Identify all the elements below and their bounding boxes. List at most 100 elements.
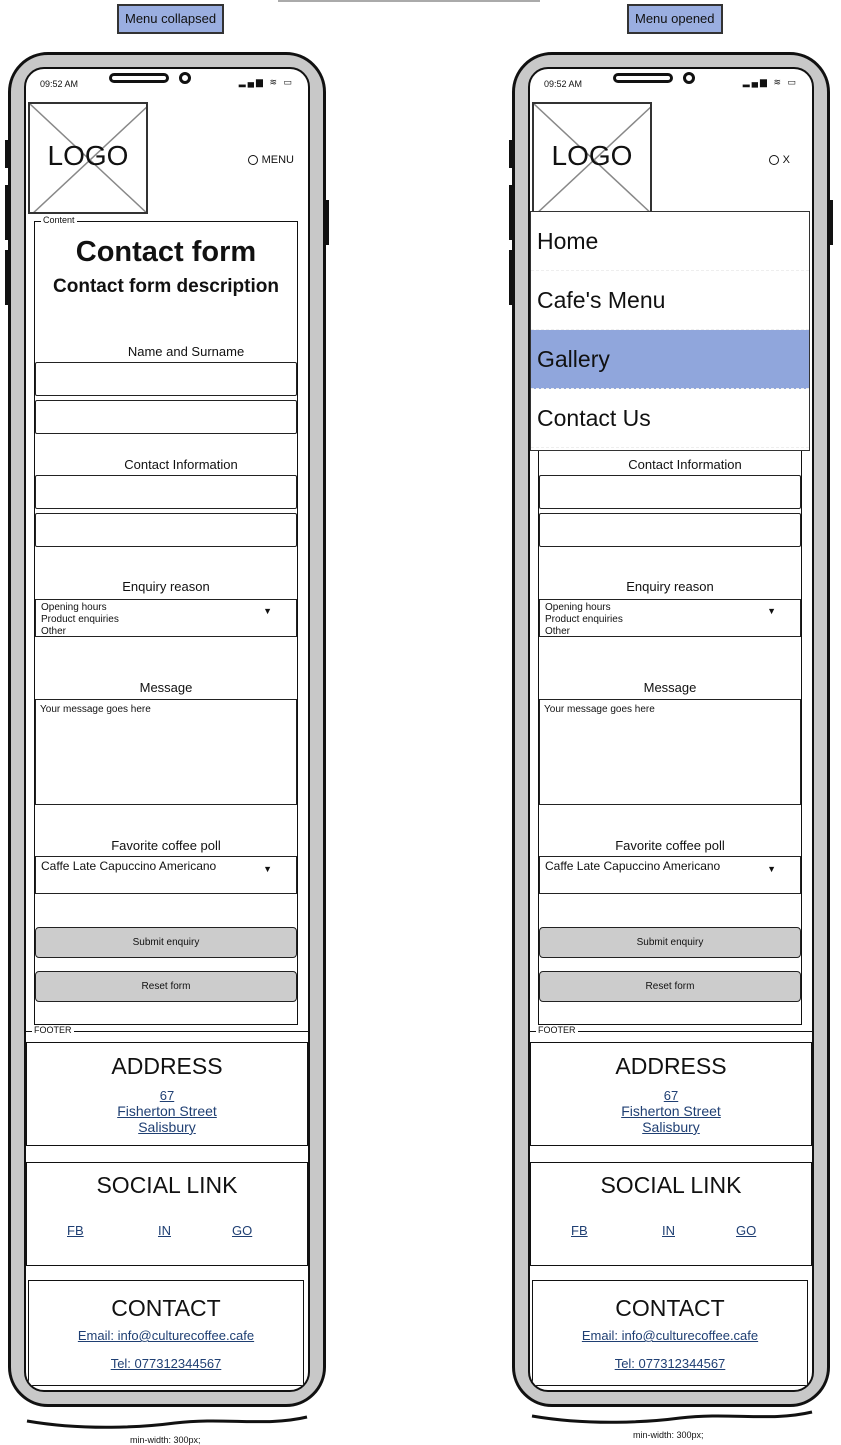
social-link-go[interactable]: GO <box>736 1223 756 1238</box>
screen-edge-curve <box>26 1415 308 1429</box>
social-link-fb[interactable]: FB <box>571 1223 588 1238</box>
contact-title: CONTACT <box>615 1295 725 1321</box>
enquiry-option: Product enquiries <box>545 614 623 625</box>
social-link-in[interactable]: IN <box>662 1223 675 1238</box>
address-title: ADDRESS <box>111 1053 223 1079</box>
email-link[interactable]: Email: info@culturecoffee.cafe <box>29 1328 303 1343</box>
footer: FOOTER ADDRESS 67 Fisherton Street Salis… <box>530 1025 812 1390</box>
content-section: Content Contact form Contact form descri… <box>34 215 298 1025</box>
social-links: FB IN GO <box>531 1223 811 1239</box>
social-section: SOCIAL LINK FB IN GO <box>26 1162 308 1266</box>
address-line[interactable]: Fisherton Street <box>531 1103 811 1119</box>
contact-info-label: Contact Information <box>124 457 238 472</box>
address-section: ADDRESS 67 Fisherton Street Salisbury <box>530 1042 812 1146</box>
form-description: Contact form description <box>53 276 279 297</box>
submit-button[interactable]: Submit enquiry <box>35 927 297 958</box>
social-link-in[interactable]: IN <box>158 1223 171 1238</box>
name-input[interactable] <box>35 362 297 396</box>
status-time: 09:52 AM <box>40 79 79 89</box>
tel-link[interactable]: Tel: 077312344567 <box>533 1356 807 1371</box>
enquiry-option: Opening hours <box>545 602 611 613</box>
email-input[interactable] <box>35 475 297 509</box>
social-section: SOCIAL LINK FB IN GO <box>530 1162 812 1266</box>
phone-frame-collapsed: 09:52 AM ▂▄▆ ≋ ▭ LOGO MENU Content Conta… <box>5 52 329 1407</box>
nav-item-gallery[interactable]: Gallery <box>531 330 809 389</box>
coffee-poll-select[interactable]: Caffe Late Capuccino Americano ▼ <box>539 856 801 894</box>
message-textarea[interactable]: Your message goes here <box>35 699 297 805</box>
contact-section: CONTACT Email: info@culturecoffee.cafe T… <box>532 1280 808 1386</box>
message-label: Message <box>139 680 193 695</box>
submit-button[interactable]: Submit enquiry <box>539 927 801 958</box>
address-line[interactable]: Salisbury <box>531 1119 811 1135</box>
chevron-down-icon: ▼ <box>263 606 272 616</box>
address-line[interactable]: 67 <box>531 1088 811 1103</box>
social-link-go[interactable]: GO <box>232 1223 252 1238</box>
surname-input[interactable] <box>35 400 297 434</box>
nav-item-cafes-menu[interactable]: Cafe's Menu <box>531 271 809 330</box>
screen-edge-curve <box>531 1410 813 1424</box>
poll-option: Americano <box>662 859 721 873</box>
social-title: SOCIAL LINK <box>600 1172 742 1198</box>
min-width-caption: min-width: 300px; <box>130 1435 201 1445</box>
side-button <box>5 250 9 305</box>
poll-option: Capuccino <box>603 859 661 873</box>
contact-title: CONTACT <box>111 1295 221 1321</box>
status-time: 09:52 AM <box>544 79 583 89</box>
menu-toggle-label: MENU <box>261 154 294 166</box>
camera-icon <box>179 72 191 84</box>
message-label: Message <box>643 680 697 695</box>
enquiry-label: Enquiry reason <box>626 579 714 594</box>
menu-radio-icon <box>247 155 258 165</box>
address-line[interactable]: Salisbury <box>27 1119 307 1135</box>
menu-radio-icon <box>768 155 779 165</box>
poll-option: Capuccino <box>99 859 157 873</box>
phone-frame-opened: 09:52 AM ▂▄▆ ≋ ▭ LOGO X Home Cafe's Menu… <box>509 52 833 1407</box>
footer: FOOTER ADDRESS 67 Fisherton Street Salis… <box>26 1025 308 1390</box>
social-links: FB IN GO <box>27 1223 307 1239</box>
speaker-notch <box>613 73 673 83</box>
reset-button[interactable]: Reset form <box>539 971 801 1002</box>
logo[interactable]: LOGO <box>28 102 148 214</box>
address-line[interactable]: Fisherton Street <box>27 1103 307 1119</box>
message-textarea[interactable]: Your message goes here <box>539 699 801 805</box>
poll-label: Favorite coffee poll <box>111 838 221 853</box>
social-title: SOCIAL LINK <box>96 1172 238 1198</box>
address-title: ADDRESS <box>615 1053 727 1079</box>
speaker-notch <box>109 73 169 83</box>
address-line[interactable]: 67 <box>27 1088 307 1103</box>
status-icons: ▂▄▆ ≋ ▭ <box>742 77 798 87</box>
footer-legend: FOOTER <box>32 1025 74 1035</box>
close-icon: X <box>782 154 790 166</box>
chevron-down-icon: ▼ <box>767 606 776 616</box>
poll-option: Caffe Late <box>41 859 97 873</box>
address-section: ADDRESS 67 Fisherton Street Salisbury <box>26 1042 308 1146</box>
phone-input[interactable] <box>35 513 297 547</box>
menu-collapsed-label: Menu collapsed <box>117 4 225 34</box>
reset-button[interactable]: Reset form <box>35 971 297 1002</box>
enquiry-select[interactable]: Opening hours Product enquiries Other ▼ <box>539 599 801 637</box>
email-link[interactable]: Email: info@culturecoffee.cafe <box>533 1328 807 1343</box>
logo[interactable]: LOGO <box>532 102 652 214</box>
menu-opened-label: Menu opened <box>627 4 723 34</box>
side-button <box>509 140 513 168</box>
menu-close-button[interactable]: X <box>768 154 790 166</box>
camera-icon <box>683 72 695 84</box>
phone-input[interactable] <box>539 513 801 547</box>
nav-item-contact-us[interactable]: Contact Us <box>531 389 809 448</box>
power-button <box>829 200 833 245</box>
poll-option: Americano <box>158 859 217 873</box>
footer-legend: FOOTER <box>536 1025 578 1035</box>
coffee-poll-select[interactable]: Caffe Late Capuccino Americano ▼ <box>35 856 297 894</box>
menu-toggle-button[interactable]: MENU <box>247 154 294 166</box>
social-link-fb[interactable]: FB <box>67 1223 84 1238</box>
email-input[interactable] <box>539 475 801 509</box>
page-title: Contact form <box>75 236 257 268</box>
chevron-down-icon: ▼ <box>263 864 272 874</box>
tel-link[interactable]: Tel: 077312344567 <box>29 1356 303 1371</box>
power-button <box>325 200 329 245</box>
enquiry-select[interactable]: Opening hours Product enquiries Other ▼ <box>35 599 297 637</box>
side-button <box>509 250 513 305</box>
top-divider <box>278 0 540 2</box>
enquiry-option: Product enquiries <box>41 614 119 625</box>
nav-item-home[interactable]: Home <box>531 212 809 271</box>
